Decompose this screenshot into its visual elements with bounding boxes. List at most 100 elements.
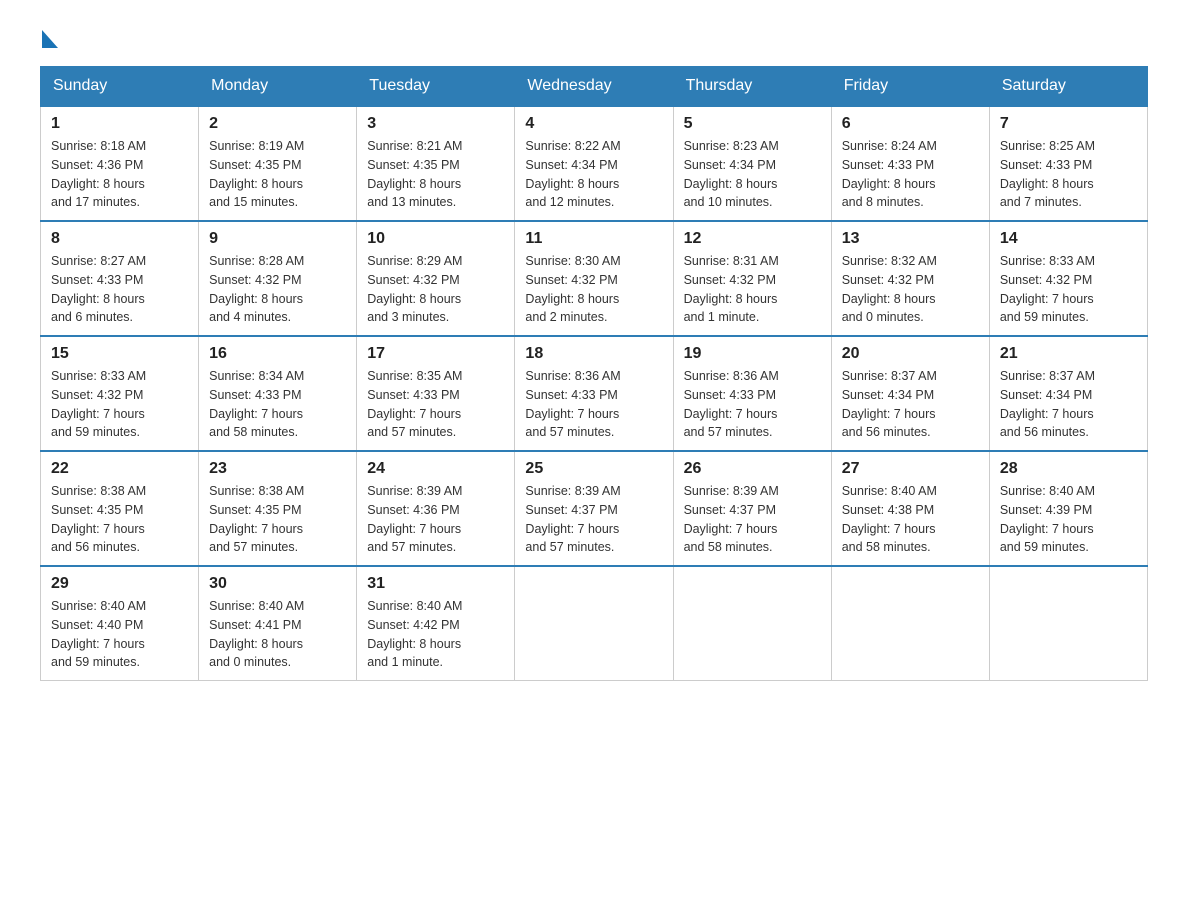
day-number: 20: [842, 345, 979, 363]
day-number: 3: [367, 115, 504, 133]
calendar-cell: 20 Sunrise: 8:37 AMSunset: 4:34 PMDayligh…: [831, 336, 989, 451]
calendar-cell: 9 Sunrise: 8:28 AMSunset: 4:32 PMDaylight…: [199, 221, 357, 336]
calendar-cell: 25 Sunrise: 8:39 AMSunset: 4:37 PMDayligh…: [515, 451, 673, 566]
day-number: 4: [525, 115, 662, 133]
day-info: Sunrise: 8:37 AMSunset: 4:34 PMDaylight:…: [842, 367, 979, 442]
calendar-cell: 18Sunrise: 8:36 AMSunset: 4:33 PMDayligh…: [515, 336, 673, 451]
day-info: Sunrise: 8:32 AMSunset: 4:32 PMDaylight:…: [842, 252, 979, 327]
calendar-cell: 4 Sunrise: 8:22 AMSunset: 4:34 PMDaylight…: [515, 106, 673, 221]
day-info: Sunrise: 8:24 AMSunset: 4:33 PMDaylight:…: [842, 137, 979, 212]
calendar-cell: 16 Sunrise: 8:34 AMSunset: 4:33 PMDayligh…: [199, 336, 357, 451]
calendar-cell: 13 Sunrise: 8:32 AMSunset: 4:32 PMDayligh…: [831, 221, 989, 336]
day-info: Sunrise: 8:40 AMSunset: 4:42 PMDaylight:…: [367, 597, 504, 672]
day-info: Sunrise: 8:33 AMSunset: 4:32 PMDaylight:…: [51, 367, 188, 442]
day-number: 7: [1000, 115, 1137, 133]
day-info: Sunrise: 8:40 AMSunset: 4:41 PMDaylight:…: [209, 597, 346, 672]
day-info: Sunrise: 8:31 AMSunset: 4:32 PMDaylight:…: [684, 252, 821, 327]
day-info: Sunrise: 8:25 AMSunset: 4:33 PMDaylight:…: [1000, 137, 1137, 212]
day-info: Sunrise: 8:38 AMSunset: 4:35 PMDaylight:…: [209, 482, 346, 557]
day-info: Sunrise: 8:23 AMSunset: 4:34 PMDaylight:…: [684, 137, 821, 212]
day-info: Sunrise: 8:36 AMSunset: 4:33 PMDaylight:…: [525, 367, 662, 442]
day-number: 19: [684, 345, 821, 363]
day-number: 13: [842, 230, 979, 248]
header-sunday: Sunday: [41, 67, 199, 107]
day-info: Sunrise: 8:30 AMSunset: 4:32 PMDaylight:…: [525, 252, 662, 327]
calendar-cell: 29Sunrise: 8:40 AMSunset: 4:40 PMDayligh…: [41, 566, 199, 681]
day-number: 28: [1000, 460, 1137, 478]
day-number: 16: [209, 345, 346, 363]
header-saturday: Saturday: [989, 67, 1147, 107]
calendar-cell: 12 Sunrise: 8:31 AMSunset: 4:32 PMDayligh…: [673, 221, 831, 336]
day-info: Sunrise: 8:39 AMSunset: 4:37 PMDaylight:…: [525, 482, 662, 557]
calendar-cell: 24 Sunrise: 8:39 AMSunset: 4:36 PMDayligh…: [357, 451, 515, 566]
calendar-cell: 22 Sunrise: 8:38 AMSunset: 4:35 PMDayligh…: [41, 451, 199, 566]
calendar-cell: 7 Sunrise: 8:25 AMSunset: 4:33 PMDaylight…: [989, 106, 1147, 221]
day-info: Sunrise: 8:34 AMSunset: 4:33 PMDaylight:…: [209, 367, 346, 442]
header-friday: Friday: [831, 67, 989, 107]
day-number: 15: [51, 345, 188, 363]
calendar-week-4: 22 Sunrise: 8:38 AMSunset: 4:35 PMDayligh…: [41, 451, 1148, 566]
day-number: 11: [525, 230, 662, 248]
calendar-cell: 21Sunrise: 8:37 AMSunset: 4:34 PMDayligh…: [989, 336, 1147, 451]
day-number: 29: [51, 575, 188, 593]
calendar-cell: [673, 566, 831, 681]
calendar-table: SundayMondayTuesdayWednesdayThursdayFrid…: [40, 66, 1148, 681]
day-number: 6: [842, 115, 979, 133]
day-number: 14: [1000, 230, 1137, 248]
header-thursday: Thursday: [673, 67, 831, 107]
calendar-cell: 1Sunrise: 8:18 AMSunset: 4:36 PMDaylight…: [41, 106, 199, 221]
calendar-cell: 28 Sunrise: 8:40 AMSunset: 4:39 PMDayligh…: [989, 451, 1147, 566]
day-info: Sunrise: 8:27 AMSunset: 4:33 PMDaylight:…: [51, 252, 188, 327]
day-number: 10: [367, 230, 504, 248]
day-number: 30: [209, 575, 346, 593]
day-number: 23: [209, 460, 346, 478]
header-monday: Monday: [199, 67, 357, 107]
calendar-cell: 23 Sunrise: 8:38 AMSunset: 4:35 PMDayligh…: [199, 451, 357, 566]
day-info: Sunrise: 8:36 AMSunset: 4:33 PMDaylight:…: [684, 367, 821, 442]
calendar-cell: 17Sunrise: 8:35 AMSunset: 4:33 PMDayligh…: [357, 336, 515, 451]
day-info: Sunrise: 8:38 AMSunset: 4:35 PMDaylight:…: [51, 482, 188, 557]
calendar-cell: 19 Sunrise: 8:36 AMSunset: 4:33 PMDayligh…: [673, 336, 831, 451]
day-info: Sunrise: 8:39 AMSunset: 4:36 PMDaylight:…: [367, 482, 504, 557]
calendar-cell: 11 Sunrise: 8:30 AMSunset: 4:32 PMDayligh…: [515, 221, 673, 336]
day-info: Sunrise: 8:22 AMSunset: 4:34 PMDaylight:…: [525, 137, 662, 212]
day-info: Sunrise: 8:37 AMSunset: 4:34 PMDaylight:…: [1000, 367, 1137, 442]
day-info: Sunrise: 8:40 AMSunset: 4:38 PMDaylight:…: [842, 482, 979, 557]
calendar-cell: 10 Sunrise: 8:29 AMSunset: 4:32 PMDayligh…: [357, 221, 515, 336]
calendar-cell: 8 Sunrise: 8:27 AMSunset: 4:33 PMDaylight…: [41, 221, 199, 336]
calendar-cell: 31Sunrise: 8:40 AMSunset: 4:42 PMDayligh…: [357, 566, 515, 681]
page-header: [40, 30, 1148, 46]
day-info: Sunrise: 8:29 AMSunset: 4:32 PMDaylight:…: [367, 252, 504, 327]
day-number: 1: [51, 115, 188, 133]
day-info: Sunrise: 8:19 AMSunset: 4:35 PMDaylight:…: [209, 137, 346, 212]
calendar-cell: 6 Sunrise: 8:24 AMSunset: 4:33 PMDaylight…: [831, 106, 989, 221]
day-number: 27: [842, 460, 979, 478]
calendar-week-1: 1Sunrise: 8:18 AMSunset: 4:36 PMDaylight…: [41, 106, 1148, 221]
day-info: Sunrise: 8:21 AMSunset: 4:35 PMDaylight:…: [367, 137, 504, 212]
day-info: Sunrise: 8:40 AMSunset: 4:39 PMDaylight:…: [1000, 482, 1137, 557]
day-number: 24: [367, 460, 504, 478]
calendar-cell: 3 Sunrise: 8:21 AMSunset: 4:35 PMDaylight…: [357, 106, 515, 221]
day-info: Sunrise: 8:28 AMSunset: 4:32 PMDaylight:…: [209, 252, 346, 327]
calendar-cell: 26 Sunrise: 8:39 AMSunset: 4:37 PMDayligh…: [673, 451, 831, 566]
day-number: 26: [684, 460, 821, 478]
day-number: 9: [209, 230, 346, 248]
day-number: 12: [684, 230, 821, 248]
day-number: 22: [51, 460, 188, 478]
calendar-cell: 5 Sunrise: 8:23 AMSunset: 4:34 PMDaylight…: [673, 106, 831, 221]
calendar-cell: [989, 566, 1147, 681]
header-wednesday: Wednesday: [515, 67, 673, 107]
header-tuesday: Tuesday: [357, 67, 515, 107]
day-number: 5: [684, 115, 821, 133]
logo-arrow-icon: [42, 30, 58, 46]
calendar-cell: 2 Sunrise: 8:19 AMSunset: 4:35 PMDaylight…: [199, 106, 357, 221]
day-info: Sunrise: 8:33 AMSunset: 4:32 PMDaylight:…: [1000, 252, 1137, 327]
day-number: 8: [51, 230, 188, 248]
day-number: 25: [525, 460, 662, 478]
logo: [40, 30, 58, 46]
day-info: Sunrise: 8:39 AMSunset: 4:37 PMDaylight:…: [684, 482, 821, 557]
calendar-cell: 14 Sunrise: 8:33 AMSunset: 4:32 PMDayligh…: [989, 221, 1147, 336]
day-number: 2: [209, 115, 346, 133]
calendar-week-2: 8 Sunrise: 8:27 AMSunset: 4:33 PMDaylight…: [41, 221, 1148, 336]
day-number: 17: [367, 345, 504, 363]
